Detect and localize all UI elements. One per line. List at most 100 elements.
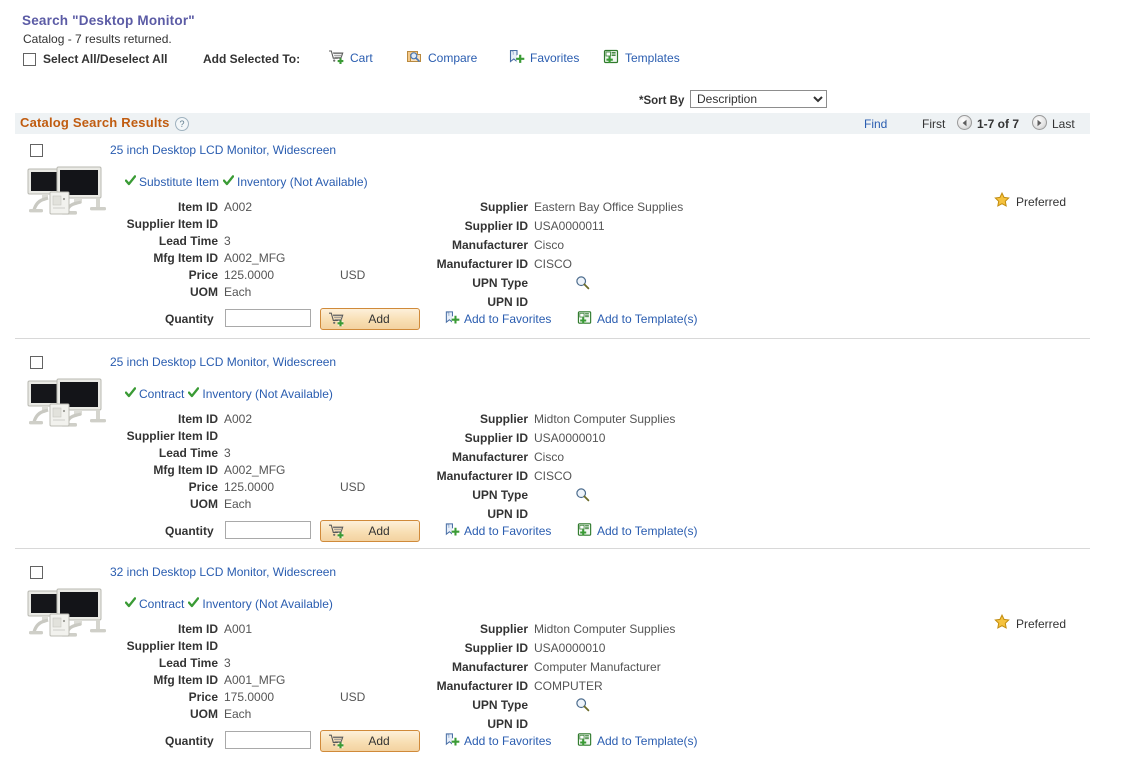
last-page-link[interactable]: Last: [1052, 117, 1075, 131]
field-uom-label: UOM: [190, 707, 218, 721]
add-to-templates-link[interactable]: Add to Template(s): [577, 522, 698, 540]
field-uom-value: Each: [224, 285, 251, 299]
field-item-id-label: Item ID: [178, 622, 218, 636]
add-to-favorites-link[interactable]: Add to Favorites: [444, 522, 551, 540]
field-uom-label: UOM: [190, 285, 218, 299]
cart-label: Cart: [350, 51, 373, 65]
field-uom-value: Each: [224, 497, 251, 511]
field-manufacturer-id-value: COMPUTER: [534, 679, 603, 693]
cart-icon: [328, 49, 345, 67]
field-upn-type-label: UPN Type: [472, 276, 528, 290]
result-title-link[interactable]: 25 inch Desktop LCD Monitor, Widescreen: [110, 143, 336, 157]
result-badges: Contract Inventory (Not Available): [125, 597, 333, 611]
add-to-templates-link[interactable]: Add to Template(s): [577, 732, 698, 750]
field-manufacturer-value: Cisco: [534, 238, 564, 252]
add-to-cart-row-button[interactable]: Add: [320, 308, 420, 330]
add-to-cart-button[interactable]: Cart: [328, 49, 373, 67]
preferred-label: Preferred: [1016, 195, 1066, 209]
add-to-favorites-link[interactable]: Add to Favorites: [444, 310, 551, 328]
result-title-link[interactable]: 32 inch Desktop LCD Monitor, Widescreen: [110, 565, 336, 579]
badge-type[interactable]: Contract: [125, 387, 184, 401]
check-icon: [125, 387, 136, 401]
field-supplier-id-label: Supplier ID: [465, 641, 528, 655]
field-manufacturer-label: Manufacturer: [452, 238, 528, 252]
field-price-label: Price: [189, 268, 218, 282]
quantity-label: Quantity: [165, 524, 214, 538]
help-icon[interactable]: ?: [175, 117, 189, 131]
add-to-templates-button[interactable]: Templates: [603, 49, 680, 67]
compare-label: Compare: [428, 51, 477, 65]
result-checkbox[interactable]: [30, 566, 43, 579]
field-manufacturer-id-label: Manufacturer ID: [437, 257, 528, 271]
row-separator: [15, 548, 1090, 549]
add-to-favorites-button[interactable]: Favorites: [508, 49, 579, 67]
quantity-input[interactable]: [225, 731, 311, 749]
result-checkbox[interactable]: [30, 144, 43, 157]
templates-icon: [577, 732, 593, 750]
field-supplier-id-label: Supplier ID: [465, 219, 528, 233]
quantity-input[interactable]: [225, 521, 311, 539]
add-to-templates-label: Add to Template(s): [597, 312, 698, 326]
field-manufacturer-value: Computer Manufacturer: [534, 660, 661, 674]
add-to-cart-row-button[interactable]: Add: [320, 730, 420, 752]
badge-type[interactable]: Contract: [125, 597, 184, 611]
add-to-templates-link[interactable]: Add to Template(s): [577, 310, 698, 328]
add-to-favorites-link[interactable]: Add to Favorites: [444, 732, 551, 750]
star-icon: [994, 614, 1010, 633]
badge-label: Contract: [139, 597, 184, 611]
compare-icon: [406, 49, 423, 67]
badge-label: Substitute Item: [139, 175, 219, 189]
templates-label: Templates: [625, 51, 680, 65]
next-page-button[interactable]: [1032, 115, 1047, 130]
field-manufacturer-id-label: Manufacturer ID: [437, 469, 528, 483]
sort-by-select[interactable]: DescriptionPriceSupplierItem ID: [690, 90, 827, 108]
badge-label: Inventory (Not Available): [202, 597, 333, 611]
field-upn-id-label: UPN ID: [487, 507, 528, 521]
result-title-link[interactable]: 25 inch Desktop LCD Monitor, Widescreen: [110, 355, 336, 369]
field-supplier-item-id-label: Supplier Item ID: [127, 429, 218, 443]
field-supplier-id-value: USA0000010: [534, 431, 605, 445]
templates-icon: [577, 522, 593, 540]
field-lead-time-value: 3: [224, 234, 231, 248]
badge-label: Inventory (Not Available): [237, 175, 368, 189]
field-manufacturer-label: Manufacturer: [452, 450, 528, 464]
find-link[interactable]: Find: [864, 117, 887, 131]
result-checkbox[interactable]: [30, 356, 43, 369]
upn-type-lookup-icon[interactable]: [575, 275, 590, 293]
previous-page-button[interactable]: [957, 115, 972, 130]
add-button-label: Add: [345, 312, 419, 326]
field-supplier-label: Supplier: [480, 200, 528, 214]
quantity-input[interactable]: [225, 309, 311, 327]
badge-inventory[interactable]: Inventory (Not Available): [223, 175, 368, 189]
field-uom-label: UOM: [190, 497, 218, 511]
field-supplier-label: Supplier: [480, 412, 528, 426]
select-all-checkbox[interactable]: [23, 53, 36, 66]
upn-type-lookup-icon[interactable]: [575, 487, 590, 505]
templates-icon: [603, 49, 620, 67]
field-upn-type-label: UPN Type: [472, 488, 528, 502]
first-page-link[interactable]: First: [922, 117, 945, 131]
quantity-label: Quantity: [165, 312, 214, 326]
upn-type-lookup-icon[interactable]: [575, 697, 590, 715]
add-to-compare-button[interactable]: Compare: [406, 49, 477, 67]
badge-inventory[interactable]: Inventory (Not Available): [188, 387, 333, 401]
field-price-label: Price: [189, 480, 218, 494]
check-icon: [188, 597, 199, 611]
add-to-cart-row-button[interactable]: Add: [320, 520, 420, 542]
favorites-icon: [444, 732, 460, 750]
star-icon: [994, 192, 1010, 211]
field-item-id-value: A002: [224, 412, 252, 426]
templates-icon: [577, 310, 593, 328]
badge-inventory[interactable]: Inventory (Not Available): [188, 597, 333, 611]
field-supplier-value: Midton Computer Supplies: [534, 412, 675, 426]
result-badges: Contract Inventory (Not Available): [125, 387, 333, 401]
field-item-id-label: Item ID: [178, 412, 218, 426]
badge-type[interactable]: Substitute Item: [125, 175, 219, 189]
field-supplier-label: Supplier: [480, 622, 528, 636]
field-price-value: 125.0000: [224, 480, 274, 494]
field-manufacturer-id-value: CISCO: [534, 469, 572, 483]
favorites-icon: [444, 310, 460, 328]
field-supplier-value: Eastern Bay Office Supplies: [534, 200, 683, 214]
check-icon: [188, 387, 199, 401]
field-item-id-value: A002: [224, 200, 252, 214]
